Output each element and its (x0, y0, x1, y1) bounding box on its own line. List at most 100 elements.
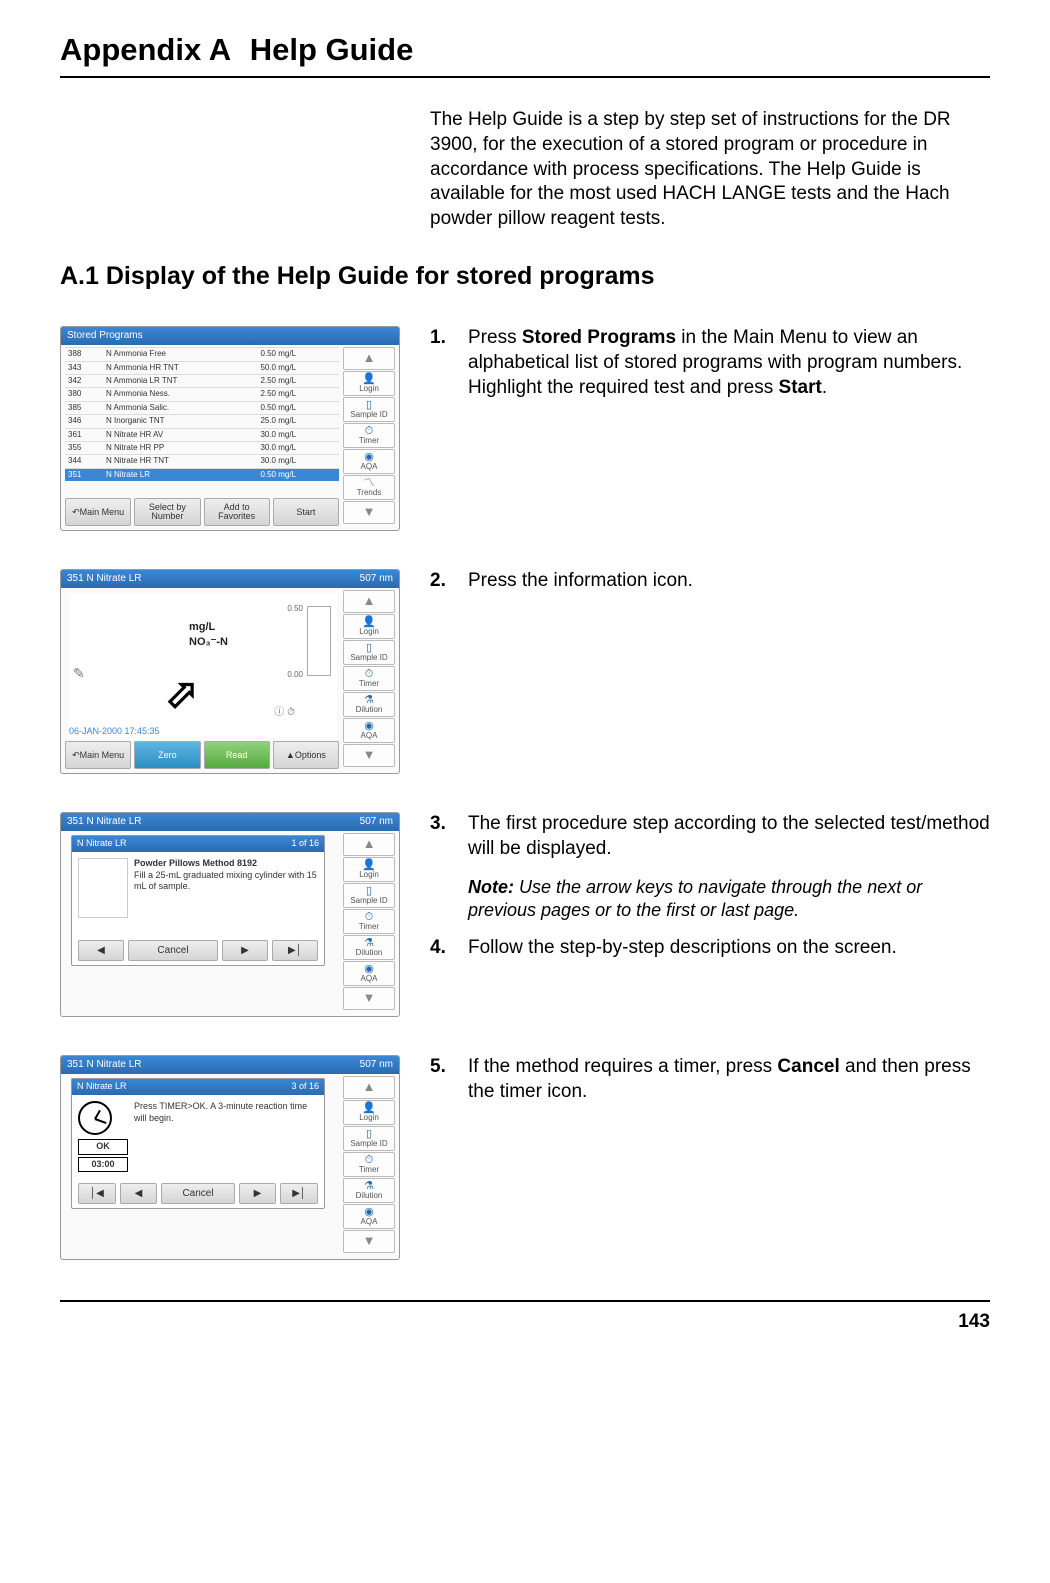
step-text: Press the information icon. (468, 569, 990, 594)
scroll-down-button[interactable]: ▼ (343, 501, 395, 524)
popup-instruction: Fill a 25-mL graduated mixing cylinder w… (134, 870, 318, 893)
scroll-up-button[interactable]: ▲ (343, 1076, 395, 1099)
start-button[interactable]: Start (273, 498, 339, 526)
window-title: Stored Programs (67, 329, 143, 343)
read-button[interactable]: Read (204, 741, 270, 769)
timer-button[interactable]: ⏱Timer (343, 1152, 395, 1177)
measurement-bar (307, 606, 331, 676)
page-number: 143 (60, 1300, 990, 1335)
scroll-down-button[interactable]: ▼ (343, 987, 395, 1010)
prev-button[interactable]: ◀ (120, 1183, 158, 1204)
cylinder-icon (78, 858, 128, 918)
aqa-button[interactable]: ◉AQA (343, 1204, 395, 1229)
edit-icon[interactable]: ✎ (73, 664, 85, 682)
side-panel: ▲ 👤Login ▯Sample ID ⏱Timer ⚗Dilution ◉AQ… (343, 833, 395, 1010)
step-number: 5. (430, 1055, 454, 1080)
bottom-bar: ↶ Main Menu Select by Number Add to Favo… (65, 498, 339, 526)
screenshot-stored-programs: Stored Programs 388N Ammonia Free0.50 mg… (60, 326, 400, 531)
side-panel: ▲ 👤Login ▯Sample ID ⏱Timer ◉AQA 〽Trends … (343, 347, 395, 524)
sample-id-button[interactable]: ▯Sample ID (343, 883, 395, 908)
measurement-area: mg/LNO₃⁻-N 0.50 0.00 ✎ ⬀ ⓘ ⏱ 06-JAN-2000… (69, 594, 337, 737)
info-icon[interactable]: ⓘ ⏱ (274, 706, 295, 719)
cancel-button[interactable]: Cancel (161, 1183, 234, 1204)
options-button[interactable]: ▲ Options (273, 741, 339, 769)
timer-button[interactable]: ⏱Timer (343, 909, 395, 934)
popup-titlebar: N Nitrate LR1 of 16 (72, 836, 324, 852)
step-number: 4. (430, 936, 454, 961)
add-to-favorites-button[interactable]: Add to Favorites (204, 498, 270, 526)
window-titlebar: 351 N Nitrate LR 507 nm (61, 570, 399, 588)
login-button[interactable]: 👤Login (343, 857, 395, 882)
main-menu-button[interactable]: ↶ Main Menu (65, 741, 131, 769)
popup-nav: │◀ ◀ Cancel ▶ ▶│ (78, 1183, 318, 1204)
aqa-button[interactable]: ◉AQA (343, 449, 395, 474)
login-button[interactable]: 👤Login (343, 1100, 395, 1125)
bottom-bar: ↶ Main Menu Zero Read ▲ Options (65, 741, 339, 769)
section-heading: A.1 Display of the Help Guide for stored… (60, 260, 990, 293)
login-button[interactable]: 👤Login (343, 371, 395, 396)
timestamp: 06-JAN-2000 17:45:35 (69, 726, 160, 738)
screenshot-help-step: 351 N Nitrate LR507 nm ▲ 👤Login ▯Sample … (60, 812, 400, 1017)
program-list: 388N Ammonia Free0.50 mg/L 343N Ammonia … (65, 347, 339, 495)
first-button[interactable]: │◀ (78, 1183, 116, 1204)
clock-icon (78, 1101, 112, 1135)
prev-button[interactable]: ◀ (78, 940, 124, 961)
step-number: 2. (430, 569, 454, 594)
popup-titlebar: N Nitrate LR3 of 16 (72, 1079, 324, 1095)
aqa-button[interactable]: ◉AQA (343, 718, 395, 743)
main-menu-button[interactable]: ↶ Main Menu (65, 498, 131, 526)
timer-value: 03:00 (78, 1157, 128, 1173)
popup-instruction: Press TIMER>OK. A 3-minute reaction time… (134, 1101, 318, 1172)
intro-paragraph: The Help Guide is a step by step set of … (430, 108, 990, 231)
scroll-up-button[interactable]: ▲ (343, 590, 395, 613)
step-note: Note: Use the arrow keys to navigate thr… (468, 876, 990, 923)
popup-body: OK 03:00 Press TIMER>OK. A 3-minute reac… (72, 1095, 324, 1178)
measurement-units: mg/LNO₃⁻-N (189, 620, 228, 649)
trends-button[interactable]: 〽Trends (343, 475, 395, 500)
sample-id-button[interactable]: ▯Sample ID (343, 640, 395, 665)
screenshot-measurement: 351 N Nitrate LR 507 nm mg/LNO₃⁻-N 0.50 … (60, 569, 400, 774)
step-5: 351 N Nitrate LR507 nm ▲ 👤Login ▯Sample … (60, 1055, 990, 1260)
step-text: The first procedure step according to th… (468, 812, 990, 861)
step-text: Follow the step-by-step descriptions on … (468, 936, 990, 961)
dilution-button[interactable]: ⚗Dilution (343, 935, 395, 960)
scroll-down-button[interactable]: ▼ (343, 744, 395, 767)
window-title: 351 N Nitrate LR (67, 572, 141, 586)
scroll-up-button[interactable]: ▲ (343, 347, 395, 370)
screenshot-timer-step: 351 N Nitrate LR507 nm ▲ 👤Login ▯Sample … (60, 1055, 400, 1260)
zero-button[interactable]: Zero (134, 741, 200, 769)
sample-id-button[interactable]: ▯Sample ID (343, 1126, 395, 1151)
cancel-button[interactable]: Cancel (128, 940, 218, 961)
window-titlebar: Stored Programs (61, 327, 399, 345)
appendix-suffix: Help Guide (250, 32, 414, 67)
next-button[interactable]: ▶ (222, 940, 268, 961)
help-popup: N Nitrate LR1 of 16 Powder Pillows Metho… (71, 835, 325, 966)
step-number: 3. (430, 812, 454, 837)
step-3: 351 N Nitrate LR507 nm ▲ 👤Login ▯Sample … (60, 812, 990, 1017)
timer-button[interactable]: ⏱Timer (343, 423, 395, 448)
scroll-down-button[interactable]: ▼ (343, 1230, 395, 1253)
timer-button[interactable]: ⏱Timer (343, 666, 395, 691)
last-button[interactable]: ▶│ (272, 940, 318, 961)
step-2: 351 N Nitrate LR 507 nm mg/LNO₃⁻-N 0.50 … (60, 569, 990, 774)
next-button[interactable]: ▶ (239, 1183, 277, 1204)
side-panel: ▲ 👤Login ▯Sample ID ⏱Timer ⚗Dilution ◉AQ… (343, 1076, 395, 1253)
sample-id-button[interactable]: ▯Sample ID (343, 397, 395, 422)
dilution-button[interactable]: ⚗Dilution (343, 692, 395, 717)
select-by-number-button[interactable]: Select by Number (134, 498, 200, 526)
login-button[interactable]: 👤Login (343, 614, 395, 639)
dilution-button[interactable]: ⚗Dilution (343, 1178, 395, 1203)
scroll-up-button[interactable]: ▲ (343, 833, 395, 856)
ok-label: OK (78, 1139, 128, 1155)
window-titlebar: 351 N Nitrate LR507 nm (61, 1056, 399, 1074)
popup-nav: ◀ Cancel ▶ ▶│ (78, 940, 318, 961)
step-1: Stored Programs 388N Ammonia Free0.50 mg… (60, 326, 990, 531)
popup-method-heading: Powder Pillows Method 8192 (134, 858, 318, 870)
window-titlebar: 351 N Nitrate LR507 nm (61, 813, 399, 831)
step-text: Press Stored Programs in the Main Menu t… (468, 326, 990, 400)
aqa-button[interactable]: ◉AQA (343, 961, 395, 986)
last-button[interactable]: ▶│ (280, 1183, 318, 1204)
wavelength: 507 nm (360, 572, 393, 586)
appendix-title: Appendix A Help Guide (60, 30, 990, 78)
step-number: 1. (430, 326, 454, 351)
